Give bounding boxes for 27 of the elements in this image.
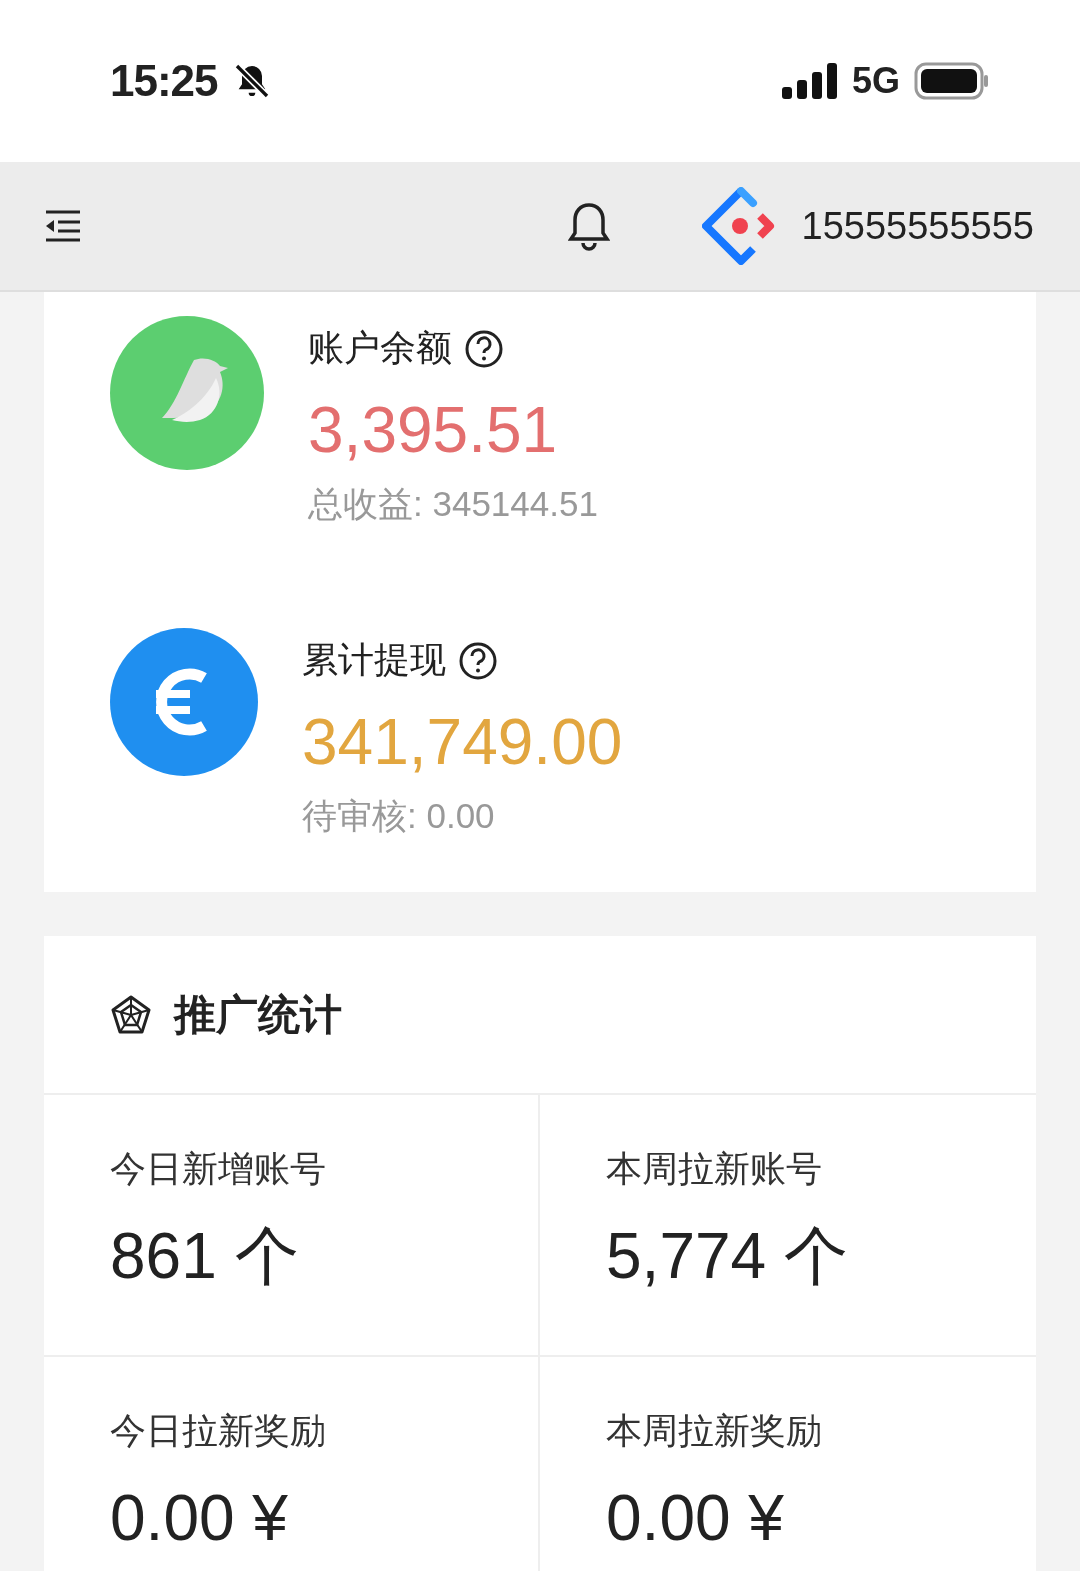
signal-icon — [781, 63, 838, 99]
balance-note: 总收益: 345144.51 — [308, 483, 598, 525]
section-title: 推广统计 — [174, 989, 342, 1040]
bell-icon[interactable] — [567, 201, 610, 251]
battery-icon — [914, 62, 990, 100]
balance-amount: 3,395.51 — [308, 393, 559, 467]
stat-value: 0.00 ¥ — [110, 1486, 289, 1550]
balance-amount: 341,749.00 — [302, 705, 623, 779]
menu-fold-icon[interactable] — [44, 210, 82, 242]
account-number[interactable]: 15555555555 — [801, 204, 1034, 248]
stat-label: 今日新增账号 — [110, 1147, 327, 1191]
balance-label: 累计提现 — [302, 638, 446, 682]
stat-label: 今日拉新奖励 — [110, 1409, 327, 1453]
network-label: 5G — [851, 60, 900, 102]
stat-label: 本周拉新账号 — [606, 1147, 823, 1191]
help-icon[interactable] — [458, 640, 498, 681]
radar-icon — [110, 994, 152, 1035]
status-time: 15:25 — [110, 56, 218, 106]
stat-label: 本周拉新奖励 — [606, 1409, 823, 1453]
help-icon[interactable] — [464, 328, 504, 369]
stat-value: 861 个 — [110, 1224, 300, 1288]
stat-value: 0.00 ¥ — [606, 1486, 785, 1550]
balance-note: 待审核: 0.00 — [302, 795, 496, 837]
stat-value: 5,774 个 — [606, 1224, 849, 1288]
balance-label: 账户余额 — [308, 326, 452, 370]
bird-icon — [110, 316, 264, 470]
euro-icon — [110, 628, 258, 776]
